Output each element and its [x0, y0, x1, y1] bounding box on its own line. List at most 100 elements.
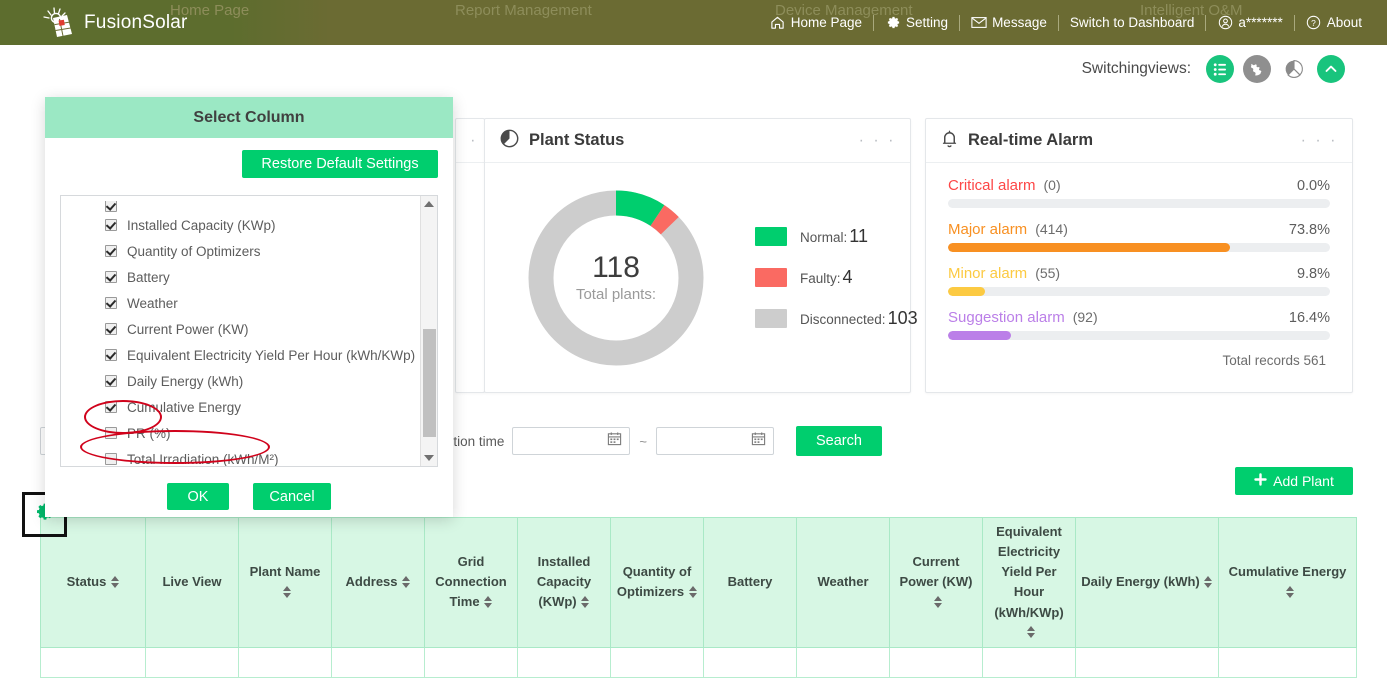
table-row[interactable]	[40, 646, 1357, 678]
column-label: Weather	[817, 574, 869, 590]
column-header-weather: Weather	[796, 517, 890, 648]
sort-icon[interactable]	[402, 575, 411, 588]
utility-about[interactable]: ? About	[1295, 15, 1373, 31]
column-header-grid-connection-time[interactable]: Grid Connection Time	[424, 517, 518, 648]
add-plant-button[interactable]: Add Plant	[1235, 467, 1353, 495]
column-header-daily-energy[interactable]: Daily Energy (kWh)	[1075, 517, 1219, 648]
utility-message[interactable]: Message	[960, 15, 1058, 31]
pie-view-icon[interactable]	[1280, 55, 1308, 83]
sort-icon[interactable]	[1027, 626, 1036, 639]
column-header-installed-capacity[interactable]: Installed Capacity (KWp)	[517, 517, 611, 648]
sort-icon[interactable]	[110, 575, 119, 588]
utility-home-page[interactable]: Home Page	[759, 15, 873, 31]
home-icon	[770, 15, 786, 31]
sort-icon[interactable]	[688, 585, 697, 598]
cell-equivalent-electricity-yield	[982, 646, 1076, 678]
question-icon: ?	[1306, 15, 1322, 31]
utility-user-account[interactable]: a*******	[1206, 15, 1293, 31]
alarm-card-menu-icon[interactable]: · · ·	[1301, 132, 1338, 148]
sort-icon[interactable]	[1285, 585, 1294, 598]
ok-button[interactable]: OK	[167, 483, 229, 510]
list-item-total-irradiation[interactable]: Total Irradiation (kWh/M²)	[61, 446, 437, 466]
list-item-label: Cumulative Energy	[127, 399, 242, 415]
scroll-down-arrow-icon[interactable]	[421, 450, 437, 466]
checkbox[interactable]	[105, 323, 117, 335]
list-item-daily-energy[interactable]: Daily Energy (kWh)	[61, 368, 437, 394]
search-button[interactable]: Search	[795, 426, 882, 456]
list-item-equivalent-electricity-yield[interactable]: Equivalent Electricity Yield Per Hour (k…	[61, 342, 437, 368]
brand-logo[interactable]: FusionSolar	[0, 0, 330, 45]
alarm-row-minor[interactable]: Minor alarm (55) 9.8%	[948, 265, 1330, 296]
nav-item-home-page[interactable]: Home Page	[170, 2, 249, 19]
collapse-chevron-icon[interactable]	[1317, 55, 1345, 83]
nav-item-report-management[interactable]: Report Management	[455, 2, 592, 19]
column-header-address[interactable]: Address	[331, 517, 425, 648]
checkbox[interactable]	[105, 375, 117, 387]
legend-label-disconnected: Disconnected:	[800, 312, 886, 327]
cell-live-view[interactable]	[145, 646, 239, 678]
list-view-icon[interactable]	[1206, 55, 1234, 83]
fusionsolar-logo-icon	[42, 6, 76, 40]
checkbox[interactable]	[105, 427, 117, 439]
column-label: Grid Connection Time	[435, 554, 507, 610]
alarm-name-critical: Critical alarm	[948, 177, 1036, 194]
list-item-quantity-of-optimizers[interactable]: Quantity of Optimizers	[61, 238, 437, 264]
card-menu-dots[interactable]: ·	[470, 132, 478, 148]
cancel-button[interactable]: Cancel	[253, 483, 331, 510]
sort-icon[interactable]	[581, 596, 590, 609]
column-header-cumulative-energy[interactable]: Cumulative Energy	[1218, 517, 1357, 648]
list-item-weather[interactable]: Weather	[61, 290, 437, 316]
cell-quantity-of-optimizers	[610, 646, 704, 678]
list-item-pr[interactable]: PR (%)	[61, 420, 437, 446]
list-item-label: Daily Energy (kWh)	[127, 373, 244, 389]
list-item-partial-top[interactable]	[61, 201, 437, 212]
bell-icon	[940, 128, 959, 154]
column-header-equivalent-electricity-yield[interactable]: Equivalent Electricity Yield Per Hour (k…	[982, 517, 1076, 648]
grid-time-from-input[interactable]	[512, 427, 631, 455]
add-plant-label: Add Plant	[1273, 473, 1334, 489]
column-label: Live View	[162, 574, 222, 590]
checkbox[interactable]	[105, 245, 117, 257]
utility-switch-to-dashboard[interactable]: Switch to Dashboard	[1059, 15, 1206, 30]
alarm-row-major[interactable]: Major alarm (414) 73.8%	[948, 221, 1330, 252]
column-header-battery: Battery	[703, 517, 797, 648]
envelope-icon	[971, 15, 987, 31]
checkbox[interactable]	[105, 201, 117, 212]
sort-icon[interactable]	[484, 596, 493, 609]
column-header-plant-name[interactable]: Plant Name	[238, 517, 332, 648]
list-item-installed-capacity[interactable]: Installed Capacity (KWp)	[61, 212, 437, 238]
globe-view-icon[interactable]	[1243, 55, 1271, 83]
checkbox[interactable]	[105, 271, 117, 283]
utility-switch-dashboard-label: Switch to Dashboard	[1069, 15, 1195, 30]
list-item-battery[interactable]: Battery	[61, 264, 437, 290]
utility-setting[interactable]: Setting	[874, 15, 959, 31]
plant-status-menu-icon[interactable]: · · ·	[859, 132, 896, 148]
utility-setting-label: Setting	[906, 15, 949, 30]
calendar-icon	[751, 431, 766, 451]
plants-table: Status Live View Plant Name Address Grid…	[40, 517, 1357, 678]
restore-default-settings-button[interactable]: Restore Default Settings	[242, 150, 438, 178]
sort-icon[interactable]	[934, 596, 943, 609]
list-scrollbar[interactable]	[420, 196, 437, 466]
checkbox[interactable]	[105, 219, 117, 231]
cell-plant-name	[238, 646, 332, 678]
alarm-row-critical[interactable]: Critical alarm (0) 0.0%	[948, 177, 1330, 208]
checkbox[interactable]	[105, 401, 117, 413]
scroll-up-arrow-icon[interactable]	[421, 196, 437, 212]
checkbox[interactable]	[105, 349, 117, 361]
alarm-row-suggestion[interactable]: Suggestion alarm (92) 16.4%	[948, 309, 1330, 340]
grid-time-to-input[interactable]	[655, 427, 774, 455]
checkbox[interactable]	[105, 297, 117, 309]
scrollbar-thumb[interactable]	[423, 329, 436, 437]
cell-address	[331, 646, 425, 678]
sort-icon[interactable]	[283, 585, 292, 598]
column-header-quantity-of-optimizers[interactable]: Quantity of Optimizers	[610, 517, 704, 648]
list-item-cumulative-energy[interactable]: Cumulative Energy	[61, 394, 437, 420]
column-label: Quantity of Optimizers	[616, 564, 692, 600]
list-item-label: Battery	[127, 269, 170, 285]
checkbox[interactable]	[105, 453, 117, 465]
sort-icon[interactable]	[1204, 575, 1213, 588]
alarm-pct-suggestion: 16.4%	[1288, 310, 1330, 326]
column-header-current-power[interactable]: Current Power (KW)	[889, 517, 983, 648]
list-item-current-power[interactable]: Current Power (KW)	[61, 316, 437, 342]
